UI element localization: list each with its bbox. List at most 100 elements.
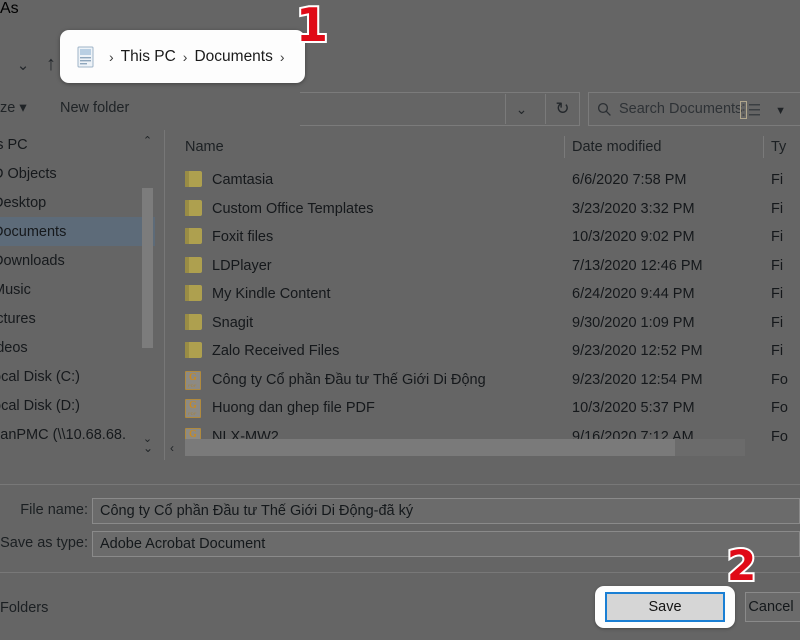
file-type-cell: Fi — [771, 315, 783, 331]
table-row[interactable]: Công ty Cổ phần Đầu tư Thế Giới Di Động 9… — [168, 366, 800, 395]
table-row[interactable]: My Kindle Content 6/24/2020 9:44 PM Fi — [168, 280, 800, 309]
footer-divider — [0, 572, 800, 573]
file-name-row: File name: Công ty Cổ phần Đầu tư Thế Gi… — [0, 498, 800, 524]
file-name-cell: Camtasia — [212, 172, 273, 188]
documents-folder-icon — [76, 46, 96, 68]
date-modified-cell: 6/6/2020 7:58 PM — [572, 172, 686, 188]
file-type-cell: Fi — [771, 258, 783, 274]
sidebar-item[interactable]: ideos — [0, 333, 155, 362]
cancel-button[interactable]: Cancel — [745, 592, 800, 622]
sidebar-item[interactable]: Music — [0, 275, 155, 304]
table-row[interactable]: Snagit 9/30/2020 1:09 PM Fi — [168, 309, 800, 338]
date-modified-cell: 6/24/2020 9:44 PM — [572, 286, 695, 302]
folder-icon — [185, 285, 203, 304]
hide-folders-button[interactable]: Folders — [0, 600, 48, 616]
sidebar-item[interactable]: is PC — [0, 130, 155, 159]
sidebar-item[interactable]: Downloads — [0, 246, 155, 275]
folder-icon — [185, 314, 203, 333]
file-name-cell: Huong dan ghep file PDF — [212, 400, 375, 416]
navpane-scroll-down-icon[interactable]: ⌄ — [143, 441, 153, 455]
column-header-type[interactable]: Ty — [771, 139, 786, 155]
file-name-cell: My Kindle Content — [212, 286, 330, 302]
file-list-pane: Name Date modified Ty Camtasia 6/6/2020 7… — [168, 130, 800, 460]
column-separator-2[interactable] — [763, 136, 764, 158]
sidebar-item-label: ictures — [0, 311, 36, 327]
sidebar-item[interactable]: Documents — [0, 217, 155, 246]
column-separator-1[interactable] — [564, 136, 565, 158]
callout-number-1: 1 — [296, 2, 328, 48]
breadcrumb-separator-2[interactable]: › — [273, 50, 292, 64]
sidebar-item[interactable]: D Objects — [0, 159, 155, 188]
folder-icon — [185, 257, 203, 276]
table-row[interactable]: Zalo Received Files9/23/2020 12:52 PMFi — [168, 337, 800, 366]
save-as-type-label: Save as type: — [0, 535, 88, 551]
file-name-cell: Zalo Received Files — [212, 343, 339, 359]
view-options-caret-icon[interactable]: ▼ — [775, 105, 786, 117]
view-layout-icon[interactable] — [740, 101, 760, 119]
breadcrumb-item-this-pc[interactable]: This PC — [121, 48, 176, 66]
breadcrumb-separator-1[interactable]: › — [176, 50, 195, 64]
file-type-cell: Fi — [771, 286, 783, 302]
sidebar-item[interactable]: Desktop — [0, 188, 155, 217]
organize-button[interactable]: ze ▾ — [0, 100, 27, 116]
horizontal-scrollbar[interactable]: ⌄ ‹ — [140, 438, 800, 460]
body-bottom-divider — [0, 484, 800, 485]
new-folder-button[interactable]: New folder — [60, 100, 129, 116]
scrollbar-thumb[interactable] — [142, 188, 153, 348]
navigation-pane-scrollbar[interactable]: ⌃ ⌄ — [140, 130, 155, 460]
date-modified-cell: 9/30/2020 1:09 PM — [572, 315, 695, 331]
up-arrow-icon[interactable]: ↑ — [40, 52, 62, 76]
dialog-title-fragment: As — [0, 0, 800, 18]
sidebar-item[interactable]: ocal Disk (D:) — [0, 391, 155, 420]
sidebar-item-label: canPMC (\\10.68.68. — [0, 427, 126, 443]
table-row[interactable]: Custom Office Templates 3/23/2020 3:32 PM… — [168, 195, 800, 224]
file-name-cell: Foxit files — [212, 229, 273, 245]
hscroll-left-arrow-icon[interactable]: ‹ — [170, 441, 174, 455]
breadcrumb-separator-0[interactable]: › — [102, 50, 121, 64]
date-modified-cell: 3/23/2020 3:32 PM — [572, 201, 695, 217]
save-as-dialog: As ⌄ ↑ ⌄ ↻ Search Documents — [0, 0, 800, 640]
table-row[interactable]: Foxit files10/3/2020 9:02 PMFi — [168, 223, 800, 252]
sidebar-item[interactable]: ocal Disk (C:) — [0, 362, 155, 391]
hscroll-thumb[interactable] — [185, 439, 675, 456]
table-row[interactable]: LDPlayer 7/13/2020 12:46 PM Fi — [168, 252, 800, 281]
date-modified-cell: 9/23/2020 12:54 PM — [572, 372, 703, 388]
save-button[interactable]: Save — [605, 592, 725, 622]
pane-divider — [164, 130, 165, 460]
date-modified-cell: 7/13/2020 12:46 PM — [572, 258, 703, 274]
table-row[interactable]: Huong dan ghep file PDF 10/3/2020 5:37 PM… — [168, 394, 800, 423]
save-as-type-select[interactable]: Adobe Acrobat Document — [92, 531, 800, 557]
file-type-cell: Fi — [771, 201, 783, 217]
sidebar-item-label: ideos — [0, 340, 28, 356]
date-modified-cell: 10/3/2020 5:37 PM — [572, 400, 695, 416]
file-name-cell: Snagit — [212, 315, 253, 331]
breadcrumb[interactable]: › This PC › Documents › — [72, 40, 296, 73]
file-name-cell: Custom Office Templates — [212, 201, 373, 217]
sidebar-item[interactable]: ictures — [0, 304, 155, 333]
column-header-date-modified[interactable]: Date modified — [572, 139, 661, 155]
sidebar-item-label: is PC — [0, 137, 28, 153]
save-as-type-row: Save as type: Adobe Acrobat Document — [0, 531, 800, 557]
pdf-file-icon — [185, 399, 203, 418]
column-headers: Name Date modified Ty — [168, 130, 800, 166]
file-type-cell: Fi — [771, 172, 783, 188]
breadcrumb-item-documents[interactable]: Documents — [194, 48, 272, 66]
organize-label: ze — [0, 100, 15, 116]
file-name-input[interactable]: Công ty Cổ phần Đầu tư Thế Giới Di Động-… — [92, 498, 800, 524]
recent-locations-chevron-down-icon[interactable]: ⌄ — [12, 54, 34, 76]
sidebar-item-label: Documents — [0, 224, 66, 240]
pdf-file-icon — [185, 371, 203, 390]
file-type-cell: Fi — [771, 343, 783, 359]
file-name-cell: Công ty Cổ phần Đầu tư Thế Giới Di Động — [212, 372, 486, 388]
file-name-label: File name: — [8, 502, 88, 518]
sidebar-item-label: ocal Disk (C:) — [0, 369, 80, 385]
table-row[interactable]: Camtasia 6/6/2020 7:58 PM Fi — [168, 166, 800, 195]
file-type-cell: Fi — [771, 229, 783, 245]
sidebar-item-label: D Objects — [0, 166, 57, 182]
file-type-cell: Fo — [771, 400, 788, 416]
file-name-cell: LDPlayer — [212, 258, 272, 274]
scroll-up-icon[interactable]: ⌃ — [140, 132, 155, 148]
sidebar-item-label: ocal Disk (D:) — [0, 398, 80, 414]
column-header-name[interactable]: Name — [185, 139, 224, 155]
sidebar-item[interactable]: canPMC (\\10.68.68. — [0, 420, 155, 449]
